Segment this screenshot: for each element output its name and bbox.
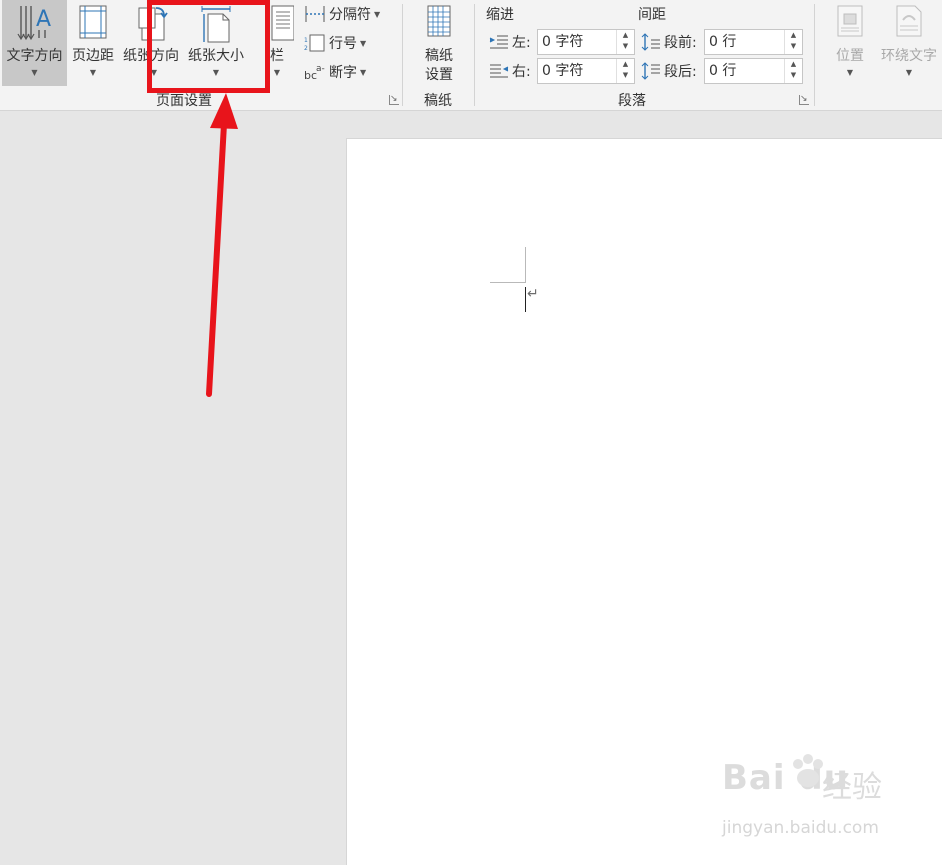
- watermark-brand: 经验: [822, 770, 882, 805]
- baidu-jingyan-watermark: Bai du 经验 jingyan.baidu.com: [722, 754, 902, 848]
- paw-icon: [793, 754, 823, 787]
- watermark-url: jingyan.baidu.com: [722, 818, 879, 838]
- red-arrow-icon: [206, 93, 238, 397]
